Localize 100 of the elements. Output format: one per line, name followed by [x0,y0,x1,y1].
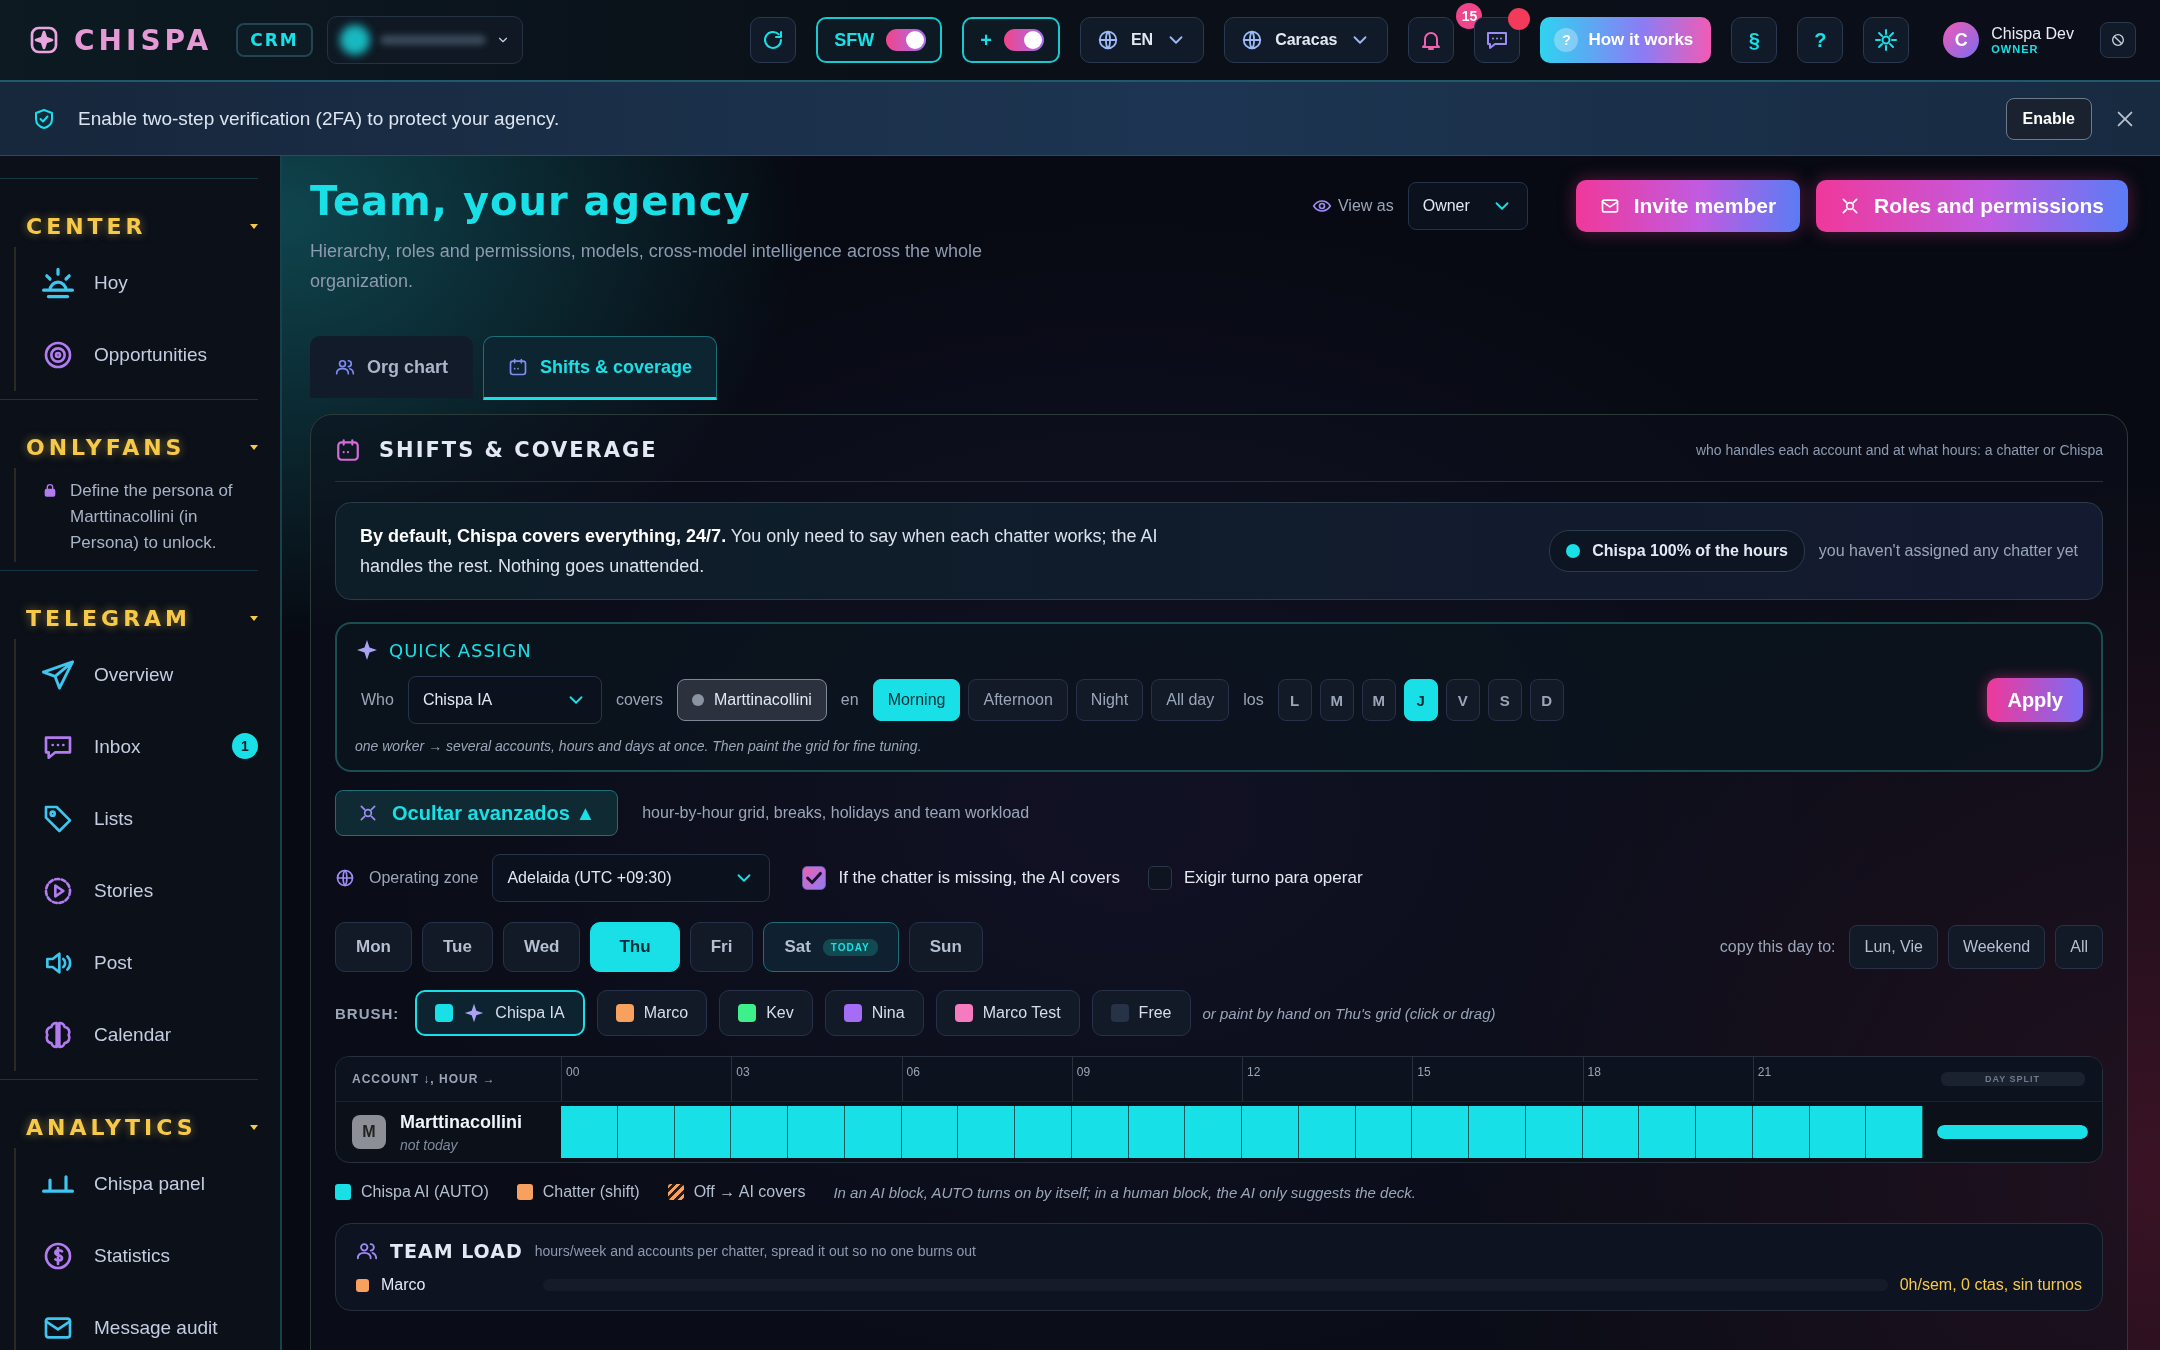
sidebar-item[interactable]: Opportunities [16,319,258,391]
account-switcher[interactable] [326,16,523,64]
tab[interactable]: Org chart [310,336,474,398]
load-summary: 0h/sem, 0 ctas, sin turnos [1899,1276,2082,1294]
zone-select[interactable]: Adelaida (UTC +09:30) [492,854,771,902]
day-option[interactable]: M [1361,679,1396,721]
apply-button[interactable]: Apply [1987,678,2083,722]
hour-cell[interactable] [1298,1106,1356,1158]
hour-cell[interactable] [1185,1106,1242,1158]
hour-cell[interactable] [1866,1106,1923,1158]
notifications-button[interactable] [1408,17,1455,63]
copy-day-button[interactable]: Weekend [1947,925,2046,969]
sidebar-item[interactable]: Statistics [16,1220,258,1292]
collapse-caret[interactable] [250,444,258,450]
brush-option[interactable]: Marco Test [935,990,1080,1036]
brush-option[interactable]: Free [1091,990,1191,1036]
day-option[interactable]: M [1319,679,1354,721]
hour-cell[interactable] [958,1106,1015,1158]
shift-option[interactable]: Morning [872,679,961,721]
account-chip[interactable]: Marttinacollini [677,679,827,721]
hour-cell[interactable] [1469,1106,1526,1158]
roles-permissions-button[interactable]: Roles and permissions [1816,180,2128,232]
brush-option[interactable]: Kev [719,990,813,1036]
count-badge: 1 [232,733,258,759]
copy-day-button[interactable]: All [2055,925,2103,969]
enable-button[interactable]: Enable [2005,97,2092,140]
logout-button[interactable] [2100,22,2136,58]
weekday-tab[interactable]: Wed [502,922,581,972]
legend-label: Chatter (shift) [542,1183,640,1201]
account-avatar: M [352,1115,386,1149]
day-option[interactable]: S [1487,679,1522,721]
hour-cell[interactable] [1809,1106,1867,1158]
shift-option[interactable]: Afternoon [968,679,1068,721]
worker-select[interactable]: Chispa IA [407,676,602,724]
brush-option[interactable]: Chispa IA [415,990,585,1036]
hour-cell[interactable] [1639,1106,1696,1158]
sidebar-item[interactable]: Chispa panel [16,1148,258,1220]
checkbox[interactable] [1147,866,1172,890]
hour-cell[interactable] [1242,1106,1299,1158]
weekday-tab[interactable]: Thu [590,922,680,972]
sidebar-item[interactable]: Stories [16,855,258,927]
hour-cell[interactable] [788,1106,845,1158]
help-button[interactable]: ? [1797,17,1844,63]
hour-cell[interactable] [901,1106,959,1158]
collapse-caret[interactable] [250,223,258,229]
sidebar-item[interactable]: Inbox 1 [16,711,258,783]
roles-icon [358,803,378,823]
hour-cell[interactable] [1696,1106,1753,1158]
shift-option[interactable]: Night [1075,679,1144,721]
hour-cell[interactable] [1525,1106,1583,1158]
settings-button[interactable] [1863,17,1910,63]
sidebar-item[interactable]: Calendar [16,999,258,1071]
view-as-select[interactable]: Owner [1407,182,1528,230]
collapse-caret[interactable] [250,615,258,621]
sidebar-item[interactable]: Lists [16,783,258,855]
brush-option[interactable]: Nina [824,990,924,1036]
toggle-switch[interactable] [1003,29,1044,51]
hour-cell[interactable] [731,1106,788,1158]
section-button[interactable]: § [1731,17,1778,63]
invite-member-button[interactable]: Invite member [1575,180,1801,232]
sidebar-item[interactable]: Hoy [16,247,258,319]
hour-cell[interactable] [674,1106,732,1158]
advanced-toggle-button[interactable]: Ocultar avanzados ▲ [335,790,619,836]
hour-cell[interactable] [844,1106,902,1158]
weekday-tab[interactable]: Sun [908,922,983,972]
weekday-tab[interactable]: Mon [335,922,412,972]
sidebar-item[interactable]: Overview [16,639,258,711]
legend-label: Off → AI covers [693,1183,806,1201]
hour-cell[interactable] [1071,1106,1129,1158]
copy-day-button[interactable]: Lun, Vie [1849,925,1938,969]
collapse-caret[interactable] [250,1124,258,1130]
hour-cell[interactable] [561,1106,618,1158]
hour-cell[interactable] [1128,1106,1186,1158]
sfw-toggle-button[interactable]: SFW [816,17,943,63]
section-title: CENTER [26,213,147,239]
hour-cell[interactable] [1355,1106,1413,1158]
day-option[interactable]: J [1403,679,1438,721]
language-dropdown[interactable]: EN [1079,17,1205,63]
sidebar-item[interactable]: Post [16,927,258,999]
weekday-tab[interactable]: Sat TODAY [763,922,899,972]
weekday-tab[interactable]: Fri [689,922,754,972]
checkbox[interactable] [802,866,827,890]
hour-cell[interactable] [1015,1106,1072,1158]
brush-option[interactable]: Marco [596,990,708,1036]
day-option[interactable]: D [1529,679,1564,721]
sidebar-item[interactable]: Message audit [16,1292,258,1350]
day-option[interactable]: V [1445,679,1480,721]
day-option[interactable]: L [1277,679,1312,721]
plus-toggle-button[interactable]: + [962,17,1060,63]
hour-cell[interactable] [617,1106,675,1158]
hour-cell[interactable] [1752,1106,1810,1158]
shift-option[interactable]: All day [1151,679,1230,721]
toggle-switch[interactable] [886,29,927,51]
tab[interactable]: Shifts & coverage [483,336,718,400]
hour-cell[interactable] [1412,1106,1469,1158]
status-dot [1566,544,1581,558]
refresh-button[interactable] [750,17,797,63]
hour-cell[interactable] [1582,1106,1640,1158]
weekday-tab[interactable]: Tue [421,922,493,972]
timezone-dropdown[interactable]: Caracas [1224,17,1389,63]
